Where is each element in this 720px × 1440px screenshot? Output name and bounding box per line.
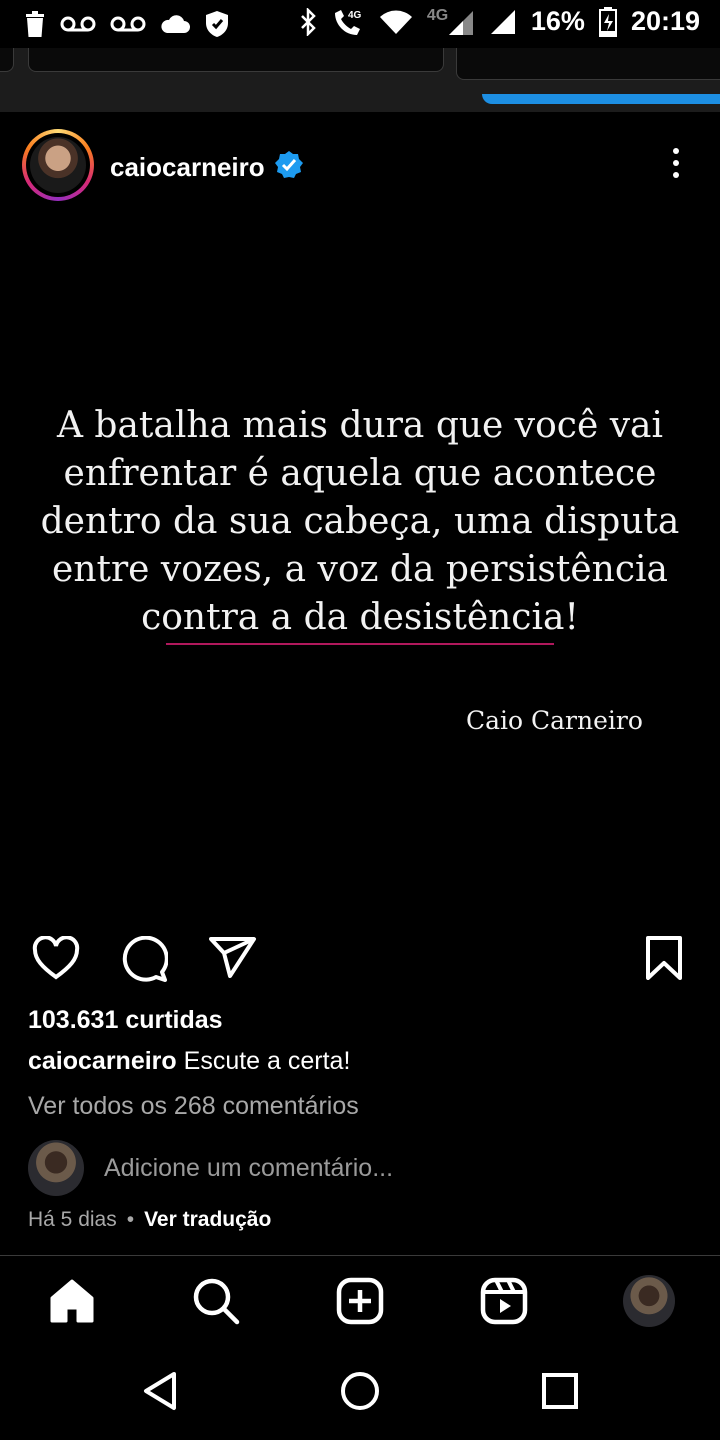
see-translation-link[interactable]: Ver tradução — [144, 1208, 271, 1231]
post-meta: Há 5 dias • Ver tradução — [28, 1208, 271, 1232]
view-all-comments-link[interactable]: Ver todos os 268 comentários — [28, 1092, 359, 1121]
caption-username[interactable]: caiocarneiro — [28, 1047, 177, 1075]
meta-separator: • — [126, 1208, 135, 1231]
post-time: Há 5 dias — [28, 1208, 117, 1231]
nav-profile[interactable] — [622, 1274, 676, 1328]
battery-percent: 16% — [530, 6, 585, 36]
story-highlight — [482, 94, 720, 104]
recents-button[interactable] — [542, 1371, 578, 1411]
home-button[interactable] — [340, 1371, 380, 1411]
search-icon — [193, 1278, 240, 1325]
profile-avatar — [623, 1275, 675, 1327]
home-icon — [50, 1279, 94, 1323]
reels-icon — [480, 1277, 528, 1325]
create-icon — [336, 1277, 384, 1325]
nav-search[interactable] — [191, 1276, 241, 1326]
story-ring[interactable] — [22, 129, 94, 201]
quote-line: entre vozes, a voz da persistência — [52, 549, 668, 590]
comment-icon[interactable] — [120, 936, 168, 982]
nav-home[interactable] — [47, 1276, 97, 1326]
post-image-quote: A batalha mais dura que você vai enfrent… — [40, 402, 680, 642]
cloud-icon — [161, 15, 190, 33]
caption: caiocarneiro Escute a certa! — [28, 1047, 350, 1076]
post-actions — [0, 930, 720, 990]
caption-text: Escute a certa! — [183, 1047, 351, 1075]
quote-underline — [166, 643, 554, 645]
save-icon[interactable] — [644, 936, 684, 980]
system-navigation-bar — [0, 1345, 720, 1440]
nav-create[interactable] — [335, 1276, 385, 1326]
back-button[interactable] — [142, 1371, 178, 1411]
bluetooth-icon — [301, 7, 316, 36]
comment-input[interactable]: Adicione um comentário... — [104, 1154, 393, 1183]
story-card[interactable] — [0, 48, 14, 72]
stories-tray[interactable] — [0, 48, 720, 112]
voicemail-icon — [110, 16, 146, 32]
signal-4g-icon: 4G — [427, 7, 475, 37]
post-header: caiocarneiro — [0, 112, 720, 222]
more-options-icon[interactable] — [664, 148, 688, 188]
avatar[interactable] — [30, 137, 86, 193]
quote-author: Caio Carneiro — [466, 706, 643, 735]
clock: 20:19 — [630, 6, 700, 36]
story-card[interactable] — [456, 48, 720, 80]
nav-reels[interactable] — [479, 1276, 529, 1326]
signal-icon — [490, 9, 515, 34]
volte-call-icon: 4G — [334, 9, 362, 35]
quote-line: enfrentar é aquela que acontece — [63, 453, 657, 494]
status-bar: 4G 4G 16% 20:19 — [0, 0, 720, 48]
quote-line: contra a da desistência! — [141, 597, 579, 638]
like-icon[interactable] — [32, 936, 80, 980]
shield-icon — [206, 11, 228, 37]
add-comment-row[interactable]: Adicione um comentário... — [0, 1138, 720, 1198]
likes-count[interactable]: 103.631 curtidas — [28, 1006, 223, 1035]
avatar — [28, 1140, 84, 1196]
voicemail-icon — [60, 16, 96, 32]
bottom-nav — [0, 1255, 720, 1345]
verified-badge-icon — [275, 151, 303, 178]
battery-charging-icon — [598, 6, 617, 37]
share-icon[interactable] — [208, 936, 258, 980]
quote-line: A batalha mais dura que você vai — [56, 405, 664, 446]
call-badge: 4G — [348, 10, 362, 21]
trash-icon — [26, 11, 44, 37]
quote-line: dentro da sua cabeça, uma disputa — [40, 501, 680, 542]
wifi-icon — [379, 10, 412, 34]
story-card[interactable] — [28, 48, 444, 72]
post-username[interactable]: caiocarneiro — [110, 152, 265, 183]
